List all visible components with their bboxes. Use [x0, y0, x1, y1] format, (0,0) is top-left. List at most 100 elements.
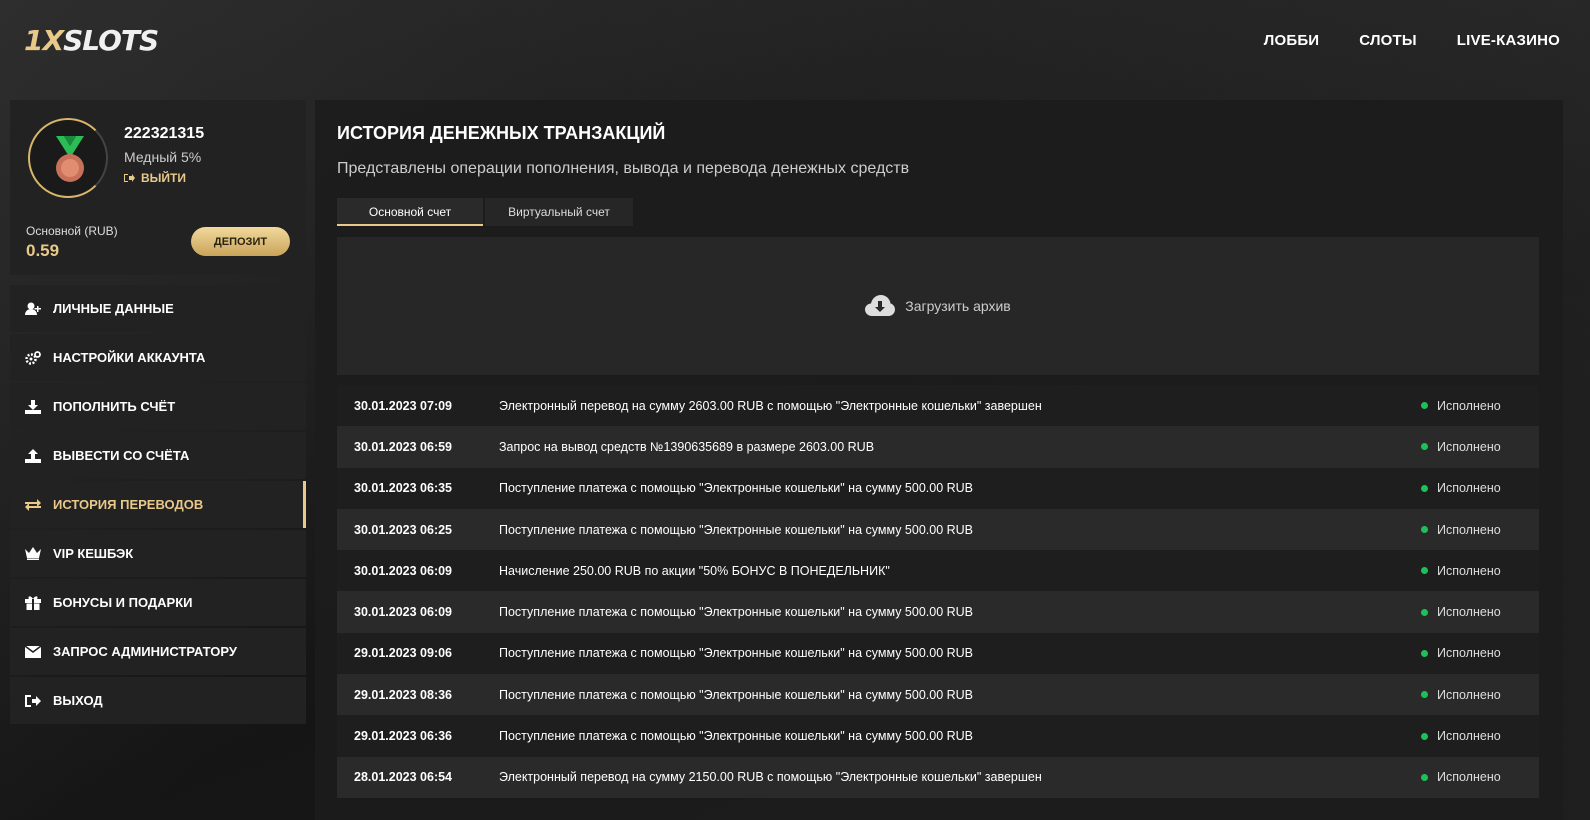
table-row[interactable]: 28.01.2023 06:54 Электронный перевод на с… [337, 756, 1539, 798]
tab-main-account[interactable]: Основной счет [337, 198, 483, 226]
table-row[interactable]: 30.01.2023 06:35 Поступление платежа с по… [337, 467, 1539, 509]
top-header: 1XSLOTS ЛОББИ СЛОТЫ LIVE-КАЗИНО [0, 0, 1590, 90]
tx-description: Электронный перевод на сумму 2603.00 RUB… [499, 398, 1042, 413]
tx-description: Поступление платежа с помощью "Электронн… [499, 687, 974, 702]
download-archive-button[interactable]: Загрузить архив [337, 237, 1539, 375]
menu-item-transfer-history[interactable]: ИСТОРИЯ ПЕРЕВОДОВ [10, 481, 306, 528]
table-row[interactable]: 29.01.2023 08:36 Поступление платежа с по… [337, 674, 1539, 716]
crown-icon [25, 546, 41, 562]
account-tabs: Основной счет Виртуальный счет [337, 198, 633, 226]
loyalty-tier: Медный 5% [124, 149, 202, 165]
table-row[interactable]: 30.01.2023 06:25 Поступление платежа с по… [337, 508, 1539, 551]
menu-label: VIP КЕШБЭК [53, 546, 134, 561]
balance-label: Основной (RUB) [26, 224, 118, 238]
menu-label: ЛИЧНЫЕ ДАННЫЕ [53, 301, 174, 316]
tx-date: 30.01.2023 06:25 [354, 522, 453, 537]
tx-status: Исполнено [1421, 523, 1539, 537]
logout-icon [25, 693, 41, 709]
menu-item-deposit[interactable]: ПОПОЛНИТЬ СЧЁТ [10, 383, 306, 430]
gears-icon [25, 350, 41, 366]
menu-item-bonuses[interactable]: БОНУСЫ И ПОДАРКИ [10, 579, 306, 626]
transfer-icon [25, 497, 41, 513]
balance-value: 0.59 [26, 241, 60, 260]
status-dot-icon [1421, 484, 1428, 492]
status-dot-icon [1421, 608, 1428, 616]
tx-status: Исполнено [1421, 440, 1539, 454]
medal-icon [56, 136, 84, 182]
nav-live-casino[interactable]: LIVE-КАЗИНО [1457, 32, 1560, 49]
sidebar: 222321315 Медный 5% ВЫЙТИ Основной (RUB)… [10, 100, 306, 726]
logout-icon [124, 174, 135, 182]
menu-label: БОНУСЫ И ПОДАРКИ [53, 595, 193, 610]
menu-item-admin-request[interactable]: ЗАПРОС АДМИНИСТРАТОРУ [10, 628, 306, 675]
tx-date: 29.01.2023 09:06 [354, 646, 453, 661]
table-row[interactable]: 30.01.2023 07:09 Электронный перевод на с… [337, 385, 1539, 427]
upload-icon [25, 448, 41, 464]
transactions-panel: ИСТОРИЯ ДЕНЕЖНЫХ ТРАНЗАКЦИЙ Представлены… [315, 100, 1563, 820]
table-row[interactable]: 30.01.2023 06:59 Запрос на вывод средств … [337, 426, 1539, 468]
tx-date: 30.01.2023 06:09 [354, 605, 453, 620]
status-dot-icon [1421, 402, 1428, 410]
menu-label: ВЫВЕСТИ СО СЧЁТА [53, 448, 190, 463]
table-row[interactable]: 29.01.2023 09:06 Поступление платежа с по… [337, 632, 1539, 675]
nav-lobby[interactable]: ЛОББИ [1264, 32, 1320, 49]
page-subtitle: Представлены операции пополнения, вывода… [337, 160, 910, 177]
tx-description: Поступление платежа с помощью "Электронн… [499, 481, 974, 496]
transactions-list: 30.01.2023 07:09 Электронный перевод на с… [337, 385, 1539, 798]
tx-status: Исполнено [1421, 688, 1539, 702]
tx-description: Запрос на вывод средств №1390635689 в ра… [499, 439, 875, 454]
menu-item-vip-cashback[interactable]: VIP КЕШБЭК [10, 530, 306, 577]
tx-description: Электронный перевод на сумму 2150.00 RUB… [499, 770, 1042, 785]
tx-description: Поступление платежа с помощью "Электронн… [499, 605, 974, 620]
status-dot-icon [1421, 567, 1428, 575]
menu-label: ПОПОЛНИТЬ СЧЁТ [53, 399, 176, 414]
status-dot-icon [1421, 526, 1428, 534]
menu-label: ИСТОРИЯ ПЕРЕВОДОВ [53, 497, 204, 512]
logout-label: ВЫЙТИ [141, 171, 186, 185]
download-icon [25, 399, 41, 415]
deposit-button[interactable]: ДЕПОЗИТ [191, 227, 290, 256]
menu-item-account-settings[interactable]: НАСТРОЙКИ АККАУНТА [10, 334, 306, 381]
download-archive-label: Загрузить архив [905, 298, 1011, 314]
tx-status: Исполнено [1421, 564, 1539, 578]
tx-date: 30.01.2023 06:35 [354, 481, 453, 496]
main-nav: ЛОББИ СЛОТЫ LIVE-КАЗИНО [1264, 32, 1560, 49]
tx-date: 30.01.2023 06:59 [354, 439, 453, 454]
status-dot-icon [1421, 773, 1428, 781]
status-dot-icon [1421, 691, 1428, 699]
menu-label: НАСТРОЙКИ АККАУНТА [53, 350, 206, 365]
tx-date: 30.01.2023 07:09 [354, 398, 453, 413]
table-row[interactable]: 30.01.2023 06:09 Поступление платежа с по… [337, 591, 1539, 633]
user-id: 222321315 [124, 125, 205, 142]
tx-description: Поступление платежа с помощью "Электронн… [499, 522, 974, 537]
nav-slots[interactable]: СЛОТЫ [1359, 32, 1417, 49]
envelope-icon [25, 644, 41, 660]
tx-status: Исполнено [1421, 399, 1539, 413]
menu-item-withdraw[interactable]: ВЫВЕСТИ СО СЧЁТА [10, 432, 306, 479]
user-add-icon [25, 301, 41, 317]
site-logo[interactable]: 1XSLOTS [24, 24, 159, 57]
profile-card: 222321315 Медный 5% ВЫЙТИ Основной (RUB)… [10, 100, 306, 275]
tx-date: 28.01.2023 06:54 [354, 770, 453, 785]
page-title: ИСТОРИЯ ДЕНЕЖНЫХ ТРАНЗАКЦИЙ [337, 123, 666, 143]
table-row[interactable]: 30.01.2023 06:09 Начисление 250.00 RUB по… [337, 550, 1539, 592]
tx-description: Начисление 250.00 RUB по акции "50% БОНУ… [499, 563, 890, 578]
tab-virtual-account[interactable]: Виртуальный счет [485, 198, 633, 226]
avatar [28, 118, 108, 198]
tx-date: 29.01.2023 06:36 [354, 729, 453, 744]
tx-status: Исполнено [1421, 646, 1539, 660]
tx-description: Поступление платежа с помощью "Электронн… [499, 729, 974, 744]
account-menu: ЛИЧНЫЕ ДАННЫЕ НАСТРОЙКИ АККАУНТА ПОПОЛНИ… [10, 285, 306, 724]
tx-date: 30.01.2023 06:09 [354, 563, 453, 578]
logout-link[interactable]: ВЫЙТИ [124, 171, 186, 185]
tx-status: Исполнено [1421, 481, 1539, 495]
menu-label: ВЫХОД [53, 693, 103, 708]
menu-item-exit[interactable]: ВЫХОД [10, 677, 306, 724]
menu-label: ЗАПРОС АДМИНИСТРАТОРУ [53, 644, 237, 659]
cloud-download-icon [865, 295, 896, 316]
status-dot-icon [1421, 649, 1428, 657]
tx-description: Поступление платежа с помощью "Электронн… [499, 646, 974, 661]
table-row[interactable]: 29.01.2023 06:36 Поступление платежа с по… [337, 715, 1539, 757]
tx-status: Исполнено [1421, 729, 1539, 743]
menu-item-personal-data[interactable]: ЛИЧНЫЕ ДАННЫЕ [10, 285, 306, 332]
